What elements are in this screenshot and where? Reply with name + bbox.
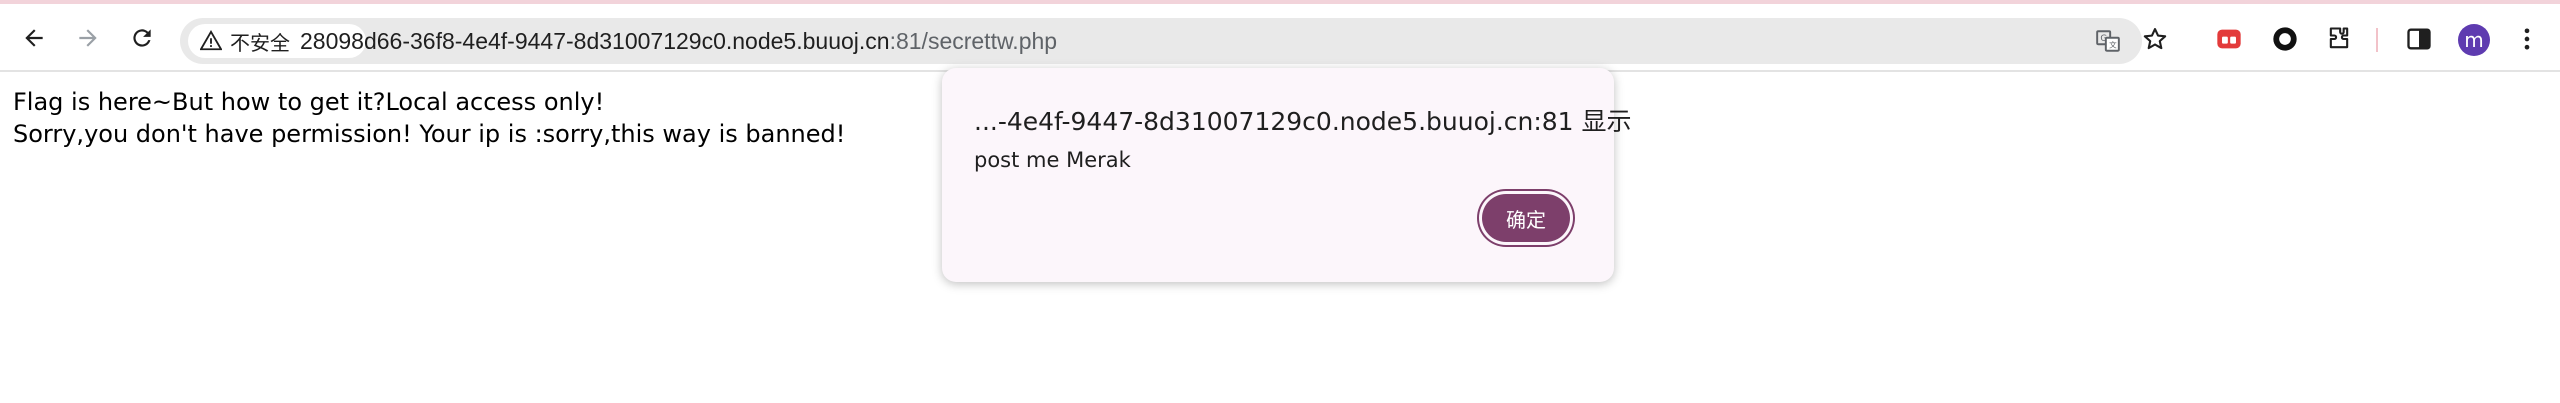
svg-text:文: 文 xyxy=(2109,40,2117,50)
page-content: Flag is here~But how to get it?Local acc… xyxy=(13,86,845,150)
url-text[interactable]: 28098d66-36f8-4e4f-9447-8d31007129c0.nod… xyxy=(300,28,1057,55)
address-bar[interactable]: 不安全 28098d66-36f8-4e4f-9447-8d31007129c0… xyxy=(180,18,2142,64)
puzzle-icon xyxy=(2329,27,2349,49)
svg-text:G: G xyxy=(2100,34,2107,44)
forward-arrow-icon xyxy=(79,29,97,47)
toolbar-divider xyxy=(2376,28,2378,52)
dialog-message: post me Merak xyxy=(974,148,1131,172)
reload-icon xyxy=(133,29,151,47)
page-text-line-1: Flag is here~But how to get it?Local acc… xyxy=(13,88,605,116)
extensions-button[interactable] xyxy=(2324,24,2354,54)
translate-button[interactable]: G 文 xyxy=(2094,27,2122,55)
bookmark-star-button[interactable] xyxy=(2140,24,2170,54)
back-button[interactable] xyxy=(14,18,54,58)
kebab-menu-icon xyxy=(2524,28,2530,50)
reload-button[interactable] xyxy=(122,18,162,58)
alert-dialog: ...-4e4f-9447-8d31007129c0.node5.buuoj.c… xyxy=(942,68,1632,282)
ok-button[interactable]: 确定 xyxy=(1482,194,1570,242)
extension-red-button[interactable] xyxy=(2214,24,2244,54)
page-text-line-2: Sorry,you don't have permission! Your ip… xyxy=(13,120,846,148)
side-panel-icon xyxy=(2407,28,2431,50)
back-arrow-icon xyxy=(25,29,43,47)
translate-icon: G 文 xyxy=(2096,30,2120,52)
ring-extension-icon xyxy=(2273,27,2297,51)
warning-icon xyxy=(200,30,222,51)
side-panel-button[interactable] xyxy=(2404,24,2434,54)
profile-avatar[interactable]: m xyxy=(2458,24,2490,56)
star-icon xyxy=(2143,28,2167,50)
browser-menu-button[interactable] xyxy=(2512,24,2542,54)
forward-button[interactable] xyxy=(68,18,108,58)
extension-ring-button[interactable] xyxy=(2270,24,2300,54)
red-extension-icon xyxy=(2217,29,2241,49)
url-host: 28098d66-36f8-4e4f-9447-8d31007129c0.nod… xyxy=(300,28,890,54)
dialog-title: ...-4e4f-9447-8d31007129c0.node5.buuoj.c… xyxy=(974,107,1632,136)
security-label: 不安全 xyxy=(230,30,290,55)
browser-toolbar: 不安全 28098d66-36f8-4e4f-9447-8d31007129c0… xyxy=(0,4,2560,72)
url-path: :81/secrettw.php xyxy=(889,28,1058,54)
